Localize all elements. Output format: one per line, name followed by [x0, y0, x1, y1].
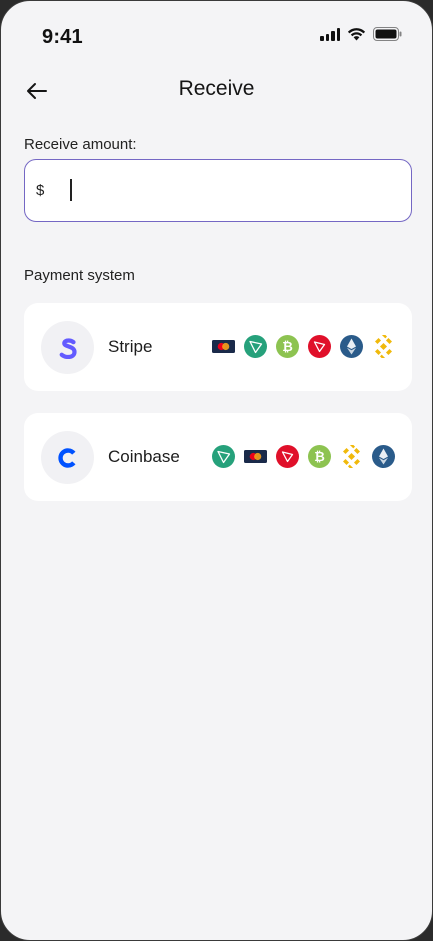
bitcoin-icon: ₿	[276, 335, 299, 358]
tron-icon	[244, 335, 267, 358]
battery-icon	[373, 27, 402, 41]
binance-icon	[375, 335, 392, 358]
text-caret	[70, 179, 72, 201]
status-bar: 9:41	[1, 1, 432, 61]
bitcoin-icon: ₿	[308, 445, 331, 468]
page-title: Receive	[178, 77, 255, 100]
payment-methods: ₿	[212, 445, 395, 468]
amount-label: Receive amount:	[24, 136, 137, 153]
stripe-icon	[59, 337, 77, 359]
svg-text:₿: ₿	[314, 450, 325, 465]
binance-icon	[343, 445, 360, 468]
tron-icon	[212, 445, 235, 468]
coinbase-icon	[57, 447, 75, 468]
currency-prefix: $	[36, 182, 45, 199]
amount-field[interactable]: $	[24, 159, 412, 222]
header: Receive	[1, 71, 432, 111]
mastercard-icon	[212, 340, 235, 353]
tron-red-icon	[276, 445, 299, 468]
mastercard-icon	[244, 450, 267, 463]
payment-system-card-coinbase[interactable]: Coinbase ₿	[24, 413, 412, 501]
ethereum-icon	[372, 445, 395, 468]
tron-red-icon	[308, 335, 331, 358]
stripe-logo	[41, 321, 94, 374]
coinbase-logo	[41, 431, 94, 484]
ethereum-icon	[340, 335, 363, 358]
phone-screen: 9:41 Receive Receive amount: $ Payment s…	[0, 0, 433, 941]
payment-system-name: Coinbase	[108, 447, 180, 466]
wifi-icon	[347, 27, 366, 41]
status-time: 9:41	[42, 26, 83, 48]
cellular-signal-icon	[320, 27, 340, 41]
svg-text:₿: ₿	[282, 340, 293, 355]
status-icons	[320, 27, 402, 41]
payment-system-name: Stripe	[108, 337, 153, 356]
payment-methods: ₿	[212, 335, 395, 358]
amount-input[interactable]	[47, 178, 387, 204]
payment-system-label: Payment system	[24, 267, 135, 284]
payment-system-card-stripe[interactable]: Stripe ₿	[24, 303, 412, 391]
